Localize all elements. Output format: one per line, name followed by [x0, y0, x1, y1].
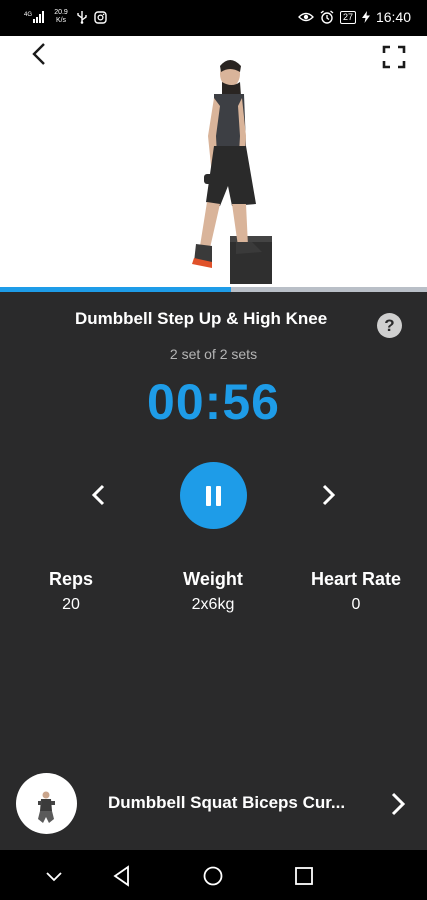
network-speed: 20.9 K/s — [52, 9, 70, 25]
previous-icon[interactable] — [83, 479, 115, 511]
usb-icon — [77, 11, 87, 24]
status-bar: 4G 20.9 K/s 27 16:40 — [0, 0, 427, 36]
system-nav-bar — [0, 850, 427, 900]
status-right: 27 16:40 — [298, 9, 411, 25]
nav-recent-apps-icon[interactable] — [291, 863, 317, 889]
next-icon[interactable] — [312, 479, 344, 511]
stat-weight: Weight 2x6kg — [163, 569, 263, 614]
next-exercise-thumbnail — [16, 773, 77, 834]
next-exercise-figure — [38, 791, 55, 823]
chevron-down-icon[interactable] — [41, 863, 67, 889]
next-exercise-row[interactable]: Dumbbell Squat Biceps Cur... — [0, 770, 427, 850]
exercise-video[interactable] — [0, 36, 427, 287]
instagram-icon — [94, 10, 107, 24]
clock: 16:40 — [375, 9, 411, 25]
status-left: 4G 20.9 K/s — [24, 9, 107, 25]
stat-weight-value: 2x6kg — [191, 596, 235, 613]
battery-indicator: 27 — [339, 10, 356, 24]
stat-heart-rate-label: Heart Rate — [310, 569, 402, 589]
video-progress-bar[interactable] — [0, 287, 427, 292]
next-exercise-title: Dumbbell Squat Biceps Cur... — [108, 793, 346, 812]
nav-back-icon[interactable] — [109, 863, 135, 889]
pause-icon-left — [206, 486, 211, 506]
pause-button[interactable] — [180, 462, 247, 529]
alarm-icon — [320, 10, 334, 24]
video-progress-fill — [0, 287, 231, 292]
stat-reps: Reps 20 — [36, 569, 106, 614]
help-icon[interactable]: ? — [377, 313, 402, 338]
network-speed-value: 20.9 — [54, 9, 68, 16]
stat-weight-label: Weight — [183, 569, 243, 589]
pause-icon-right — [216, 486, 221, 506]
nav-home-icon[interactable] — [200, 863, 226, 889]
chevron-right-icon[interactable] — [386, 790, 410, 818]
network-speed-unit: K/s — [55, 17, 67, 24]
eye-icon — [298, 12, 314, 22]
set-info: 2 set of 2 sets — [169, 346, 258, 362]
back-icon[interactable] — [26, 40, 56, 70]
countdown-timer: 00:56 — [147, 374, 280, 430]
stat-heart-rate: Heart Rate 0 — [301, 569, 411, 614]
exercise-title: Dumbbell Step Up & High Knee — [75, 309, 328, 328]
stat-reps-value: 20 — [62, 596, 80, 613]
stat-heart-rate-value: 0 — [351, 596, 361, 613]
exercise-demo-figure — [192, 60, 272, 284]
stat-reps-label: Reps — [48, 569, 93, 589]
charging-icon — [361, 11, 370, 23]
signal-icon: 4G — [24, 11, 44, 23]
network-type-text: 4G — [24, 12, 32, 18]
fullscreen-icon[interactable] — [381, 44, 407, 70]
